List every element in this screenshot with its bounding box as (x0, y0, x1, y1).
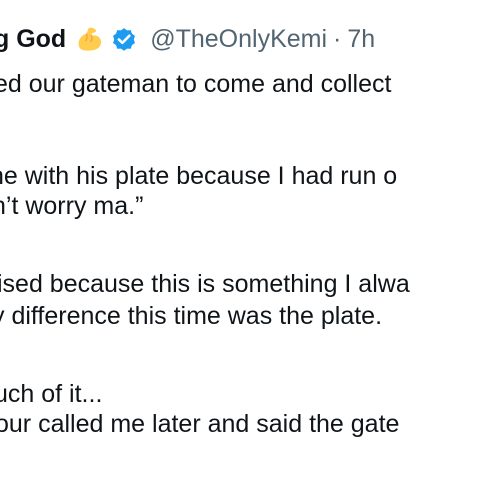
tweet-text-line: ised because this is something I alwa (0, 270, 410, 298)
tweet-text-line: ed our gateman to come and collect (0, 70, 392, 98)
tweet: g God @TheOnlyKemi · 7h ed our gateman t… (0, 0, 500, 500)
tweet-text-line: y difference this time was the plate. (0, 302, 383, 330)
tweet-text-line: n’t worry ma.” (0, 192, 144, 220)
tweet-text: ed our gateman to come and collect ne wi… (0, 0, 500, 500)
tweet-text-line: uch of it... (0, 380, 103, 408)
tweet-text-line: our called me later and said the gate (0, 410, 400, 438)
tweet-text-line: ne with his plate because I had run o (0, 162, 398, 190)
